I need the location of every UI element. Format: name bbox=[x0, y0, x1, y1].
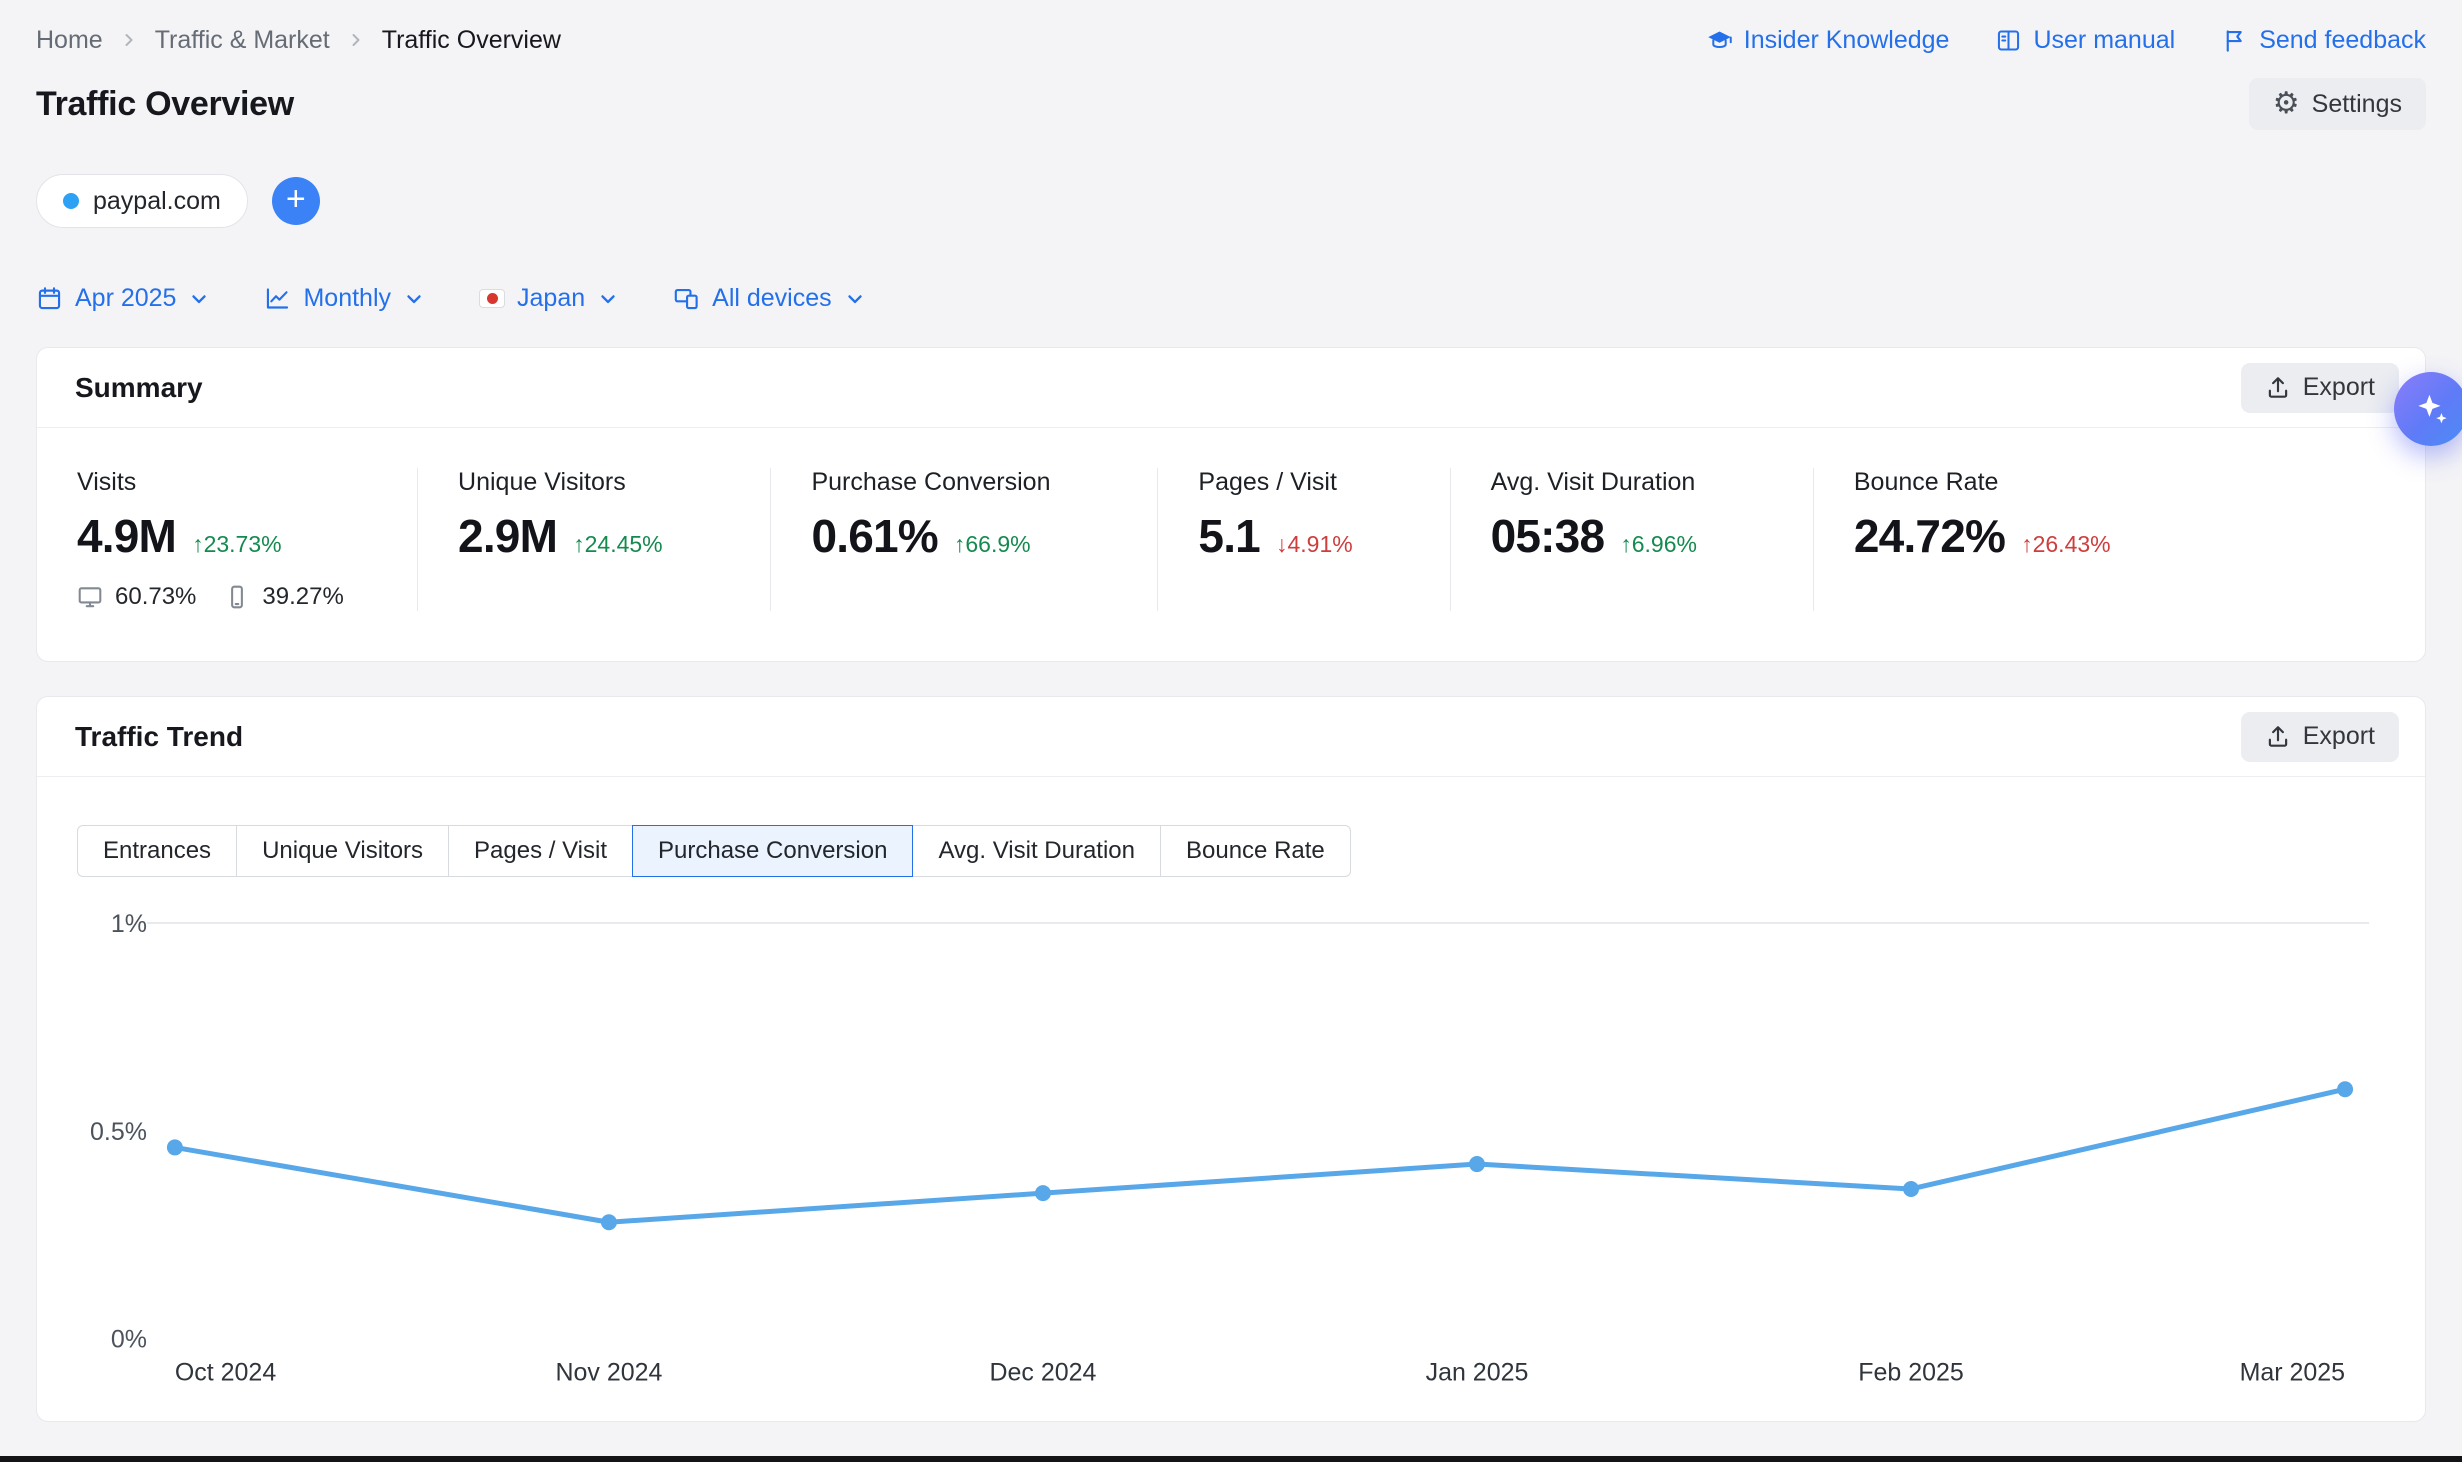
insider-knowledge-link[interactable]: Insider Knowledge bbox=[1706, 26, 1950, 55]
summary-title: Summary bbox=[75, 372, 203, 404]
devices-icon bbox=[673, 285, 700, 312]
japan-flag-icon bbox=[479, 289, 505, 308]
date-filter[interactable]: Apr 2025 bbox=[36, 284, 210, 313]
metric-bounce-rate: Bounce Rate 24.72% ↑26.43% bbox=[1813, 468, 2425, 611]
chevron-down-icon bbox=[844, 288, 866, 310]
trend-chart-area: 0% 0.5% 1% Oct 2024 Nov 2024 Dec 2024 Jan 2025… bbox=[37, 877, 2425, 1421]
tab-pages-per-visit[interactable]: Pages / Visit bbox=[448, 825, 633, 877]
ai-assistant-button[interactable] bbox=[2394, 372, 2462, 446]
metric-purchase-conversion: Purchase Conversion 0.61% ↑66.9% bbox=[770, 468, 1157, 611]
breadcrumb-current: Traffic Overview bbox=[382, 26, 561, 55]
svg-text:Feb 2025: Feb 2025 bbox=[1858, 1359, 1964, 1387]
settings-button[interactable]: ⚙ Settings bbox=[2249, 78, 2426, 130]
devices-filter[interactable]: All devices bbox=[673, 284, 866, 313]
export-icon bbox=[2265, 724, 2291, 750]
chevron-right-icon bbox=[346, 30, 366, 50]
svg-text:Nov 2024: Nov 2024 bbox=[555, 1359, 662, 1387]
svg-text:Oct 2024: Oct 2024 bbox=[175, 1359, 276, 1387]
mobile-icon bbox=[224, 584, 250, 610]
metric-visits: Visits 4.9M ↑23.73% 60.73% 39.27% bbox=[37, 468, 417, 611]
book-icon bbox=[1995, 27, 2022, 54]
traffic-trend-card: Traffic Trend Export Entrances Unique Vi… bbox=[36, 696, 2426, 1422]
bounce-rate-change: ↑26.43% bbox=[2021, 531, 2111, 558]
traffic-overview-page: Home Traffic & Market Traffic Overview I… bbox=[0, 0, 2462, 1422]
tab-entrances[interactable]: Entrances bbox=[77, 825, 237, 877]
pages-per-visit-change: ↓4.91% bbox=[1276, 531, 1353, 558]
purchase-conversion-value: 0.61% bbox=[811, 509, 937, 563]
flag-icon bbox=[2221, 27, 2248, 54]
line-chart-icon bbox=[264, 285, 291, 312]
chevron-down-icon bbox=[597, 288, 619, 310]
avg-visit-duration-change: ↑6.96% bbox=[1620, 531, 1697, 558]
graduation-cap-icon bbox=[1706, 27, 1733, 54]
page-title: Traffic Overview bbox=[36, 85, 294, 124]
trend-metric-tabs: Entrances Unique Visitors Pages / Visit … bbox=[37, 777, 2425, 877]
summary-metrics: Visits 4.9M ↑23.73% 60.73% 39.27% bbox=[37, 428, 2425, 661]
top-links: Insider Knowledge User manual Send feedb… bbox=[1706, 26, 2426, 55]
user-manual-link[interactable]: User manual bbox=[1995, 26, 2175, 55]
device-split: 60.73% 39.27% bbox=[77, 583, 389, 611]
visits-change: ↑23.73% bbox=[192, 531, 282, 558]
add-competitor-button[interactable]: + bbox=[272, 177, 320, 225]
title-row: Traffic Overview ⚙ Settings bbox=[36, 78, 2426, 130]
breadcrumb: Home Traffic & Market Traffic Overview bbox=[36, 26, 561, 55]
traffic-trend-header: Traffic Trend Export bbox=[37, 697, 2425, 777]
desktop-share: 60.73% bbox=[115, 583, 196, 611]
targets-row: paypal.com + bbox=[36, 174, 2426, 228]
svg-text:Dec 2024: Dec 2024 bbox=[990, 1359, 1097, 1387]
trend-chart: 0% 0.5% 1% Oct 2024 Nov 2024 Dec 2024 Jan 2025… bbox=[37, 893, 2425, 1413]
chevron-down-icon bbox=[403, 288, 425, 310]
summary-card: Summary Export Visits 4.9M ↑23.73% bbox=[36, 347, 2426, 662]
filters-row: Apr 2025 Monthly Japan All bbox=[36, 284, 2426, 313]
target-domain-chip[interactable]: paypal.com bbox=[36, 174, 248, 228]
desktop-icon bbox=[77, 584, 103, 610]
summary-card-header: Summary Export bbox=[37, 348, 2425, 428]
purchase-conversion-change: ↑66.9% bbox=[954, 531, 1031, 558]
sparkles-icon bbox=[2412, 390, 2450, 428]
tab-avg-visit-duration[interactable]: Avg. Visit Duration bbox=[912, 825, 1161, 877]
export-icon bbox=[2265, 375, 2291, 401]
metric-unique-visitors: Unique Visitors 2.9M ↑24.45% bbox=[417, 468, 770, 611]
visits-value: 4.9M bbox=[77, 509, 176, 563]
calendar-icon bbox=[36, 285, 63, 312]
unique-visitors-value: 2.9M bbox=[458, 509, 557, 563]
tab-bounce-rate[interactable]: Bounce Rate bbox=[1160, 825, 1351, 877]
tab-purchase-conversion[interactable]: Purchase Conversion bbox=[632, 825, 913, 877]
top-bar: Home Traffic & Market Traffic Overview I… bbox=[36, 20, 2426, 60]
target-color-dot bbox=[63, 193, 79, 209]
summary-export-button[interactable]: Export bbox=[2241, 363, 2399, 413]
screen-bottom-edge bbox=[0, 1456, 2462, 1462]
chevron-right-icon bbox=[119, 30, 139, 50]
send-feedback-link[interactable]: Send feedback bbox=[2221, 26, 2426, 55]
bounce-rate-value: 24.72% bbox=[1854, 509, 2005, 563]
trend-export-button[interactable]: Export bbox=[2241, 712, 2399, 762]
region-filter[interactable]: Japan bbox=[479, 284, 619, 313]
avg-visit-duration-value: 05:38 bbox=[1491, 509, 1605, 563]
svg-text:0.5%: 0.5% bbox=[90, 1118, 147, 1146]
svg-text:1%: 1% bbox=[111, 910, 147, 938]
pages-per-visit-value: 5.1 bbox=[1198, 509, 1260, 563]
target-domain-label: paypal.com bbox=[93, 187, 221, 216]
tab-unique-visitors[interactable]: Unique Visitors bbox=[236, 825, 449, 877]
traffic-trend-title: Traffic Trend bbox=[75, 721, 243, 753]
svg-text:Jan 2025: Jan 2025 bbox=[1426, 1359, 1529, 1387]
svg-text:Mar 2025: Mar 2025 bbox=[2240, 1359, 2345, 1387]
mobile-share: 39.27% bbox=[262, 583, 343, 611]
granularity-filter[interactable]: Monthly bbox=[264, 284, 425, 313]
metric-avg-visit-duration: Avg. Visit Duration 05:38 ↑6.96% bbox=[1450, 468, 1813, 611]
unique-visitors-change: ↑24.45% bbox=[573, 531, 663, 558]
breadcrumb-home[interactable]: Home bbox=[36, 26, 103, 55]
chevron-down-icon bbox=[188, 288, 210, 310]
gear-icon: ⚙ bbox=[2273, 89, 2300, 119]
svg-text:0%: 0% bbox=[111, 1326, 147, 1354]
breadcrumb-traffic-market[interactable]: Traffic & Market bbox=[155, 26, 330, 55]
metric-pages-per-visit: Pages / Visit 5.1 ↓4.91% bbox=[1157, 468, 1449, 611]
